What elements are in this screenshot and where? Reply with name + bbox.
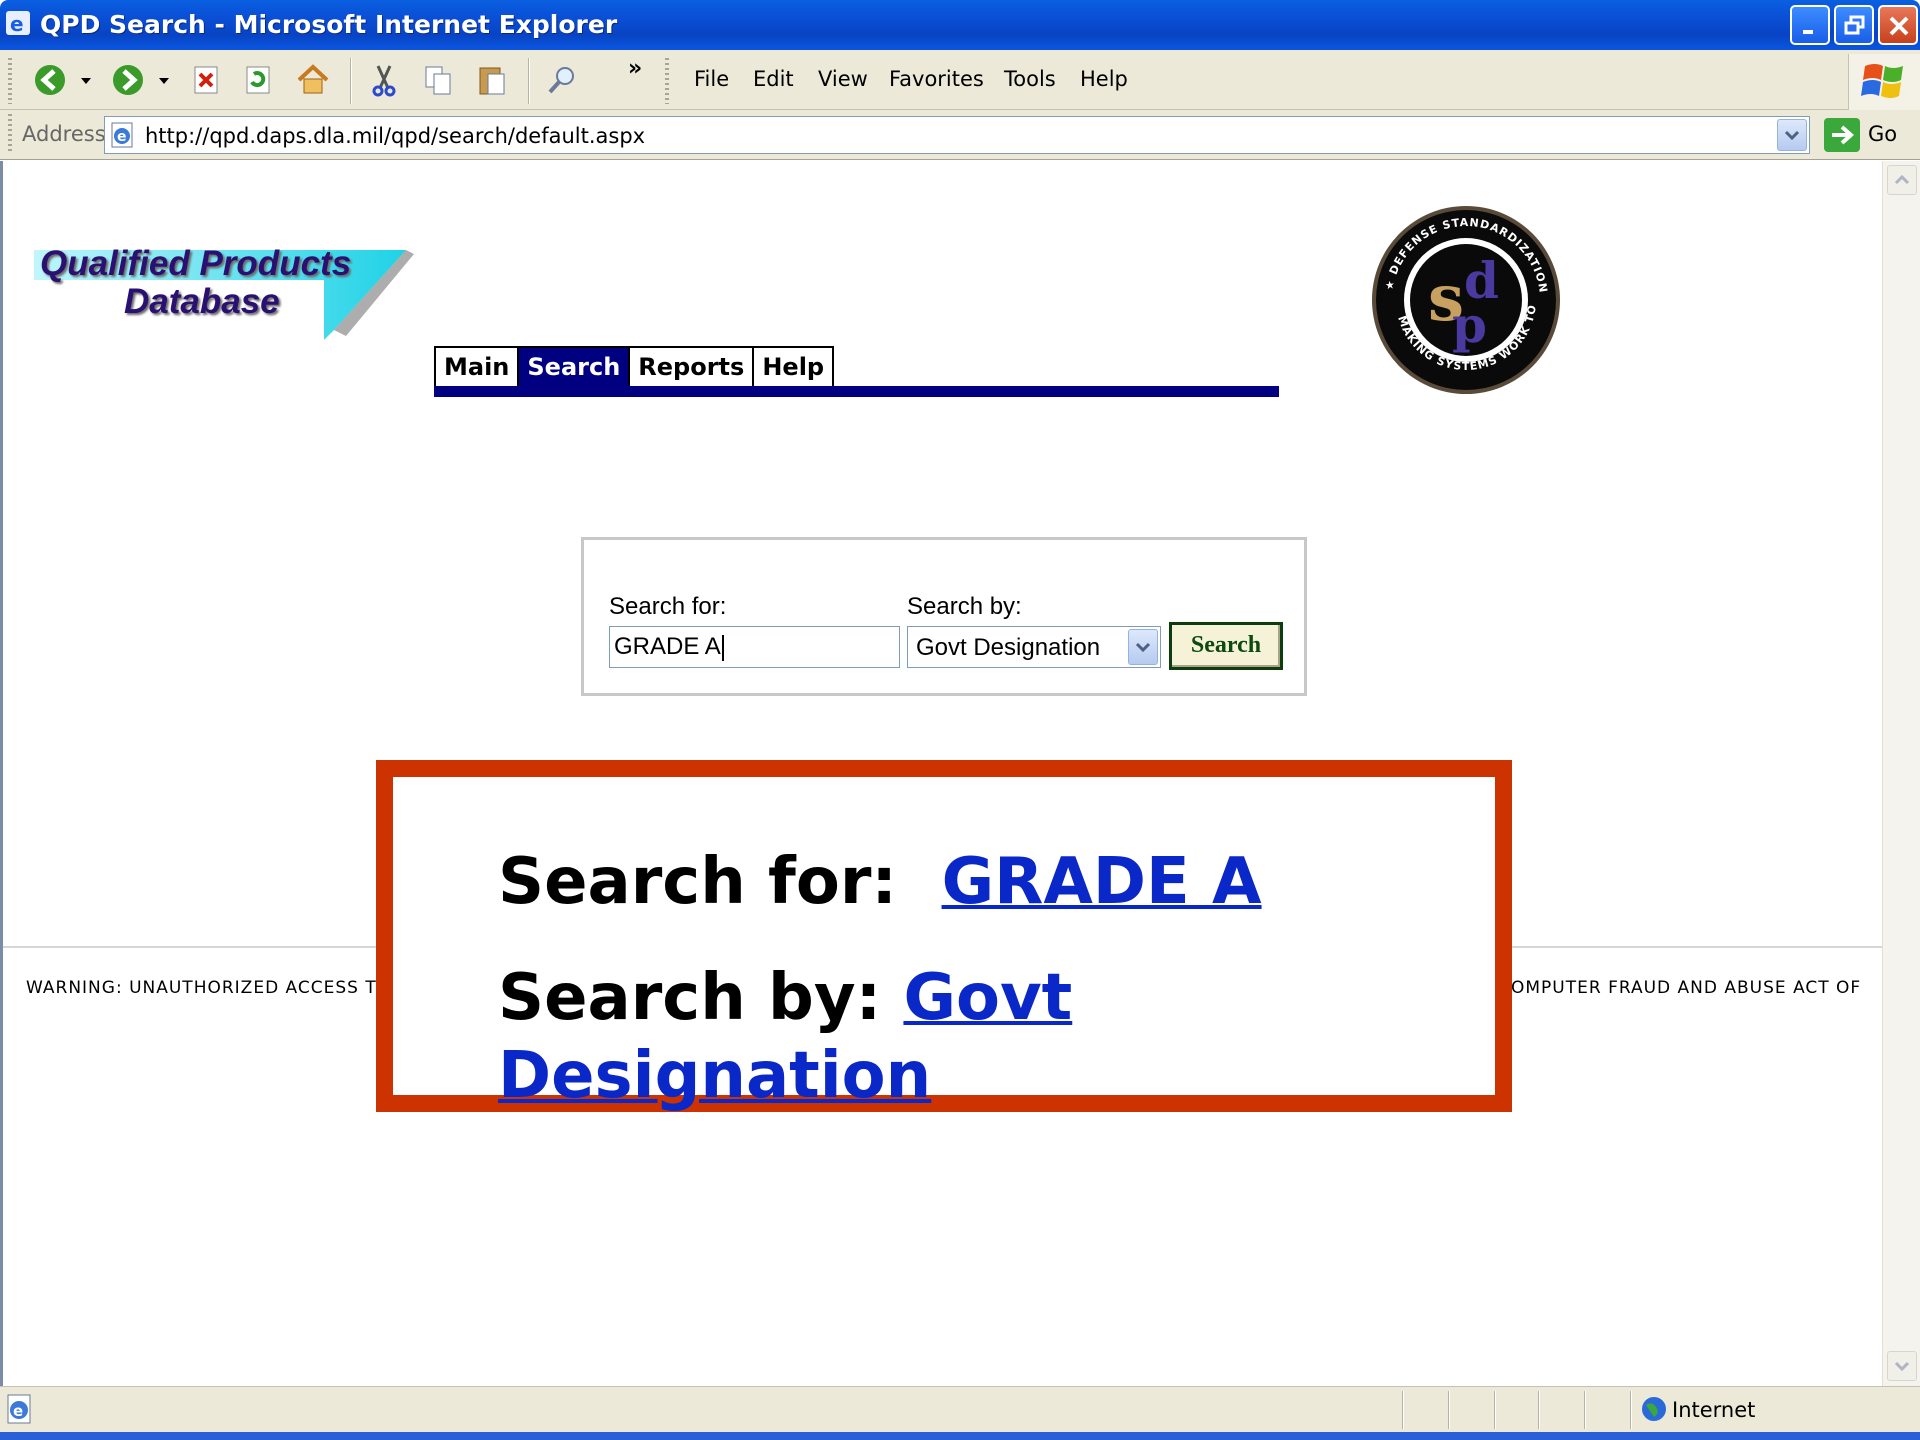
chevron-up-icon [1894, 174, 1910, 185]
restore-icon [1844, 15, 1865, 35]
restore-button[interactable] [1834, 5, 1874, 45]
logo-line2: Database [124, 282, 280, 321]
annotation-callout: Search for: GRADE A Search by: Govt Desi… [376, 760, 1512, 1115]
window-title: QPD Search - Microsoft Internet Explorer [40, 10, 618, 39]
qpd-logo[interactable]: Qualified Products Database [34, 244, 414, 344]
address-dropdown-button[interactable] [1777, 119, 1807, 151]
forward-icon[interactable] [110, 62, 146, 98]
dsp-seal-logo: ★ DEFENSE STANDARDIZATION PROGRAM ★ MAKI… [1364, 192, 1562, 398]
chevron-down-icon [1894, 1361, 1910, 1372]
status-divider [1402, 1391, 1404, 1429]
address-label: Address [22, 122, 106, 146]
search-icon[interactable] [544, 62, 580, 98]
menu-tools[interactable]: Tools [1004, 67, 1056, 91]
search-by-dropdown-button[interactable] [1128, 629, 1158, 665]
text-caret [721, 634, 724, 661]
menu-help[interactable]: Help [1080, 67, 1128, 91]
scroll-up-button[interactable] [1887, 165, 1917, 195]
callout-search-for-label: Search for: [498, 845, 897, 919]
toolbar-overflow-chevron-icon[interactable]: » [628, 56, 642, 81]
search-form: Search for: Search by: GRADE A Govt Desi… [581, 537, 1307, 696]
search-by-label: Search by: [907, 593, 1022, 620]
address-input[interactable]: e http://qpd.daps.dla.mil/qpd/search/def… [104, 116, 1810, 154]
tab-search[interactable]: Search [517, 346, 629, 388]
search-by-select[interactable]: Govt Designation [907, 626, 1161, 668]
globe-icon [1642, 1397, 1666, 1421]
status-divider [1584, 1391, 1586, 1429]
toolbar-separator [350, 58, 352, 104]
svg-text:e: e [13, 1402, 23, 1420]
go-label[interactable]: Go [1868, 122, 1897, 146]
search-for-label: Search for: [609, 593, 727, 620]
status-divider [1448, 1391, 1450, 1429]
search-for-input[interactable]: GRADE A [609, 626, 900, 668]
page-icon: e [111, 122, 133, 148]
nav-underline [434, 386, 1279, 397]
ie-icon: e [6, 11, 30, 36]
search-button[interactable]: Search [1169, 622, 1283, 670]
tab-help[interactable]: Help [752, 346, 835, 388]
cut-icon[interactable] [366, 62, 402, 98]
address-grip[interactable] [8, 114, 12, 154]
search-for-value: GRADE A [614, 633, 721, 660]
main-nav: Main Search Reports Help [434, 346, 835, 388]
callout-search-by-label: Search by: [498, 961, 882, 1035]
callout-search-for-value: GRADE A [941, 845, 1262, 919]
back-dropdown-icon[interactable] [78, 62, 94, 98]
address-bar: Address e http://qpd.daps.dla.mil/qpd/se… [0, 110, 1920, 160]
minimize-button[interactable] [1790, 5, 1830, 45]
chevron-down-icon [1784, 130, 1800, 141]
scroll-down-button[interactable] [1887, 1351, 1917, 1381]
go-arrow-icon [1832, 125, 1855, 145]
toolbar: » File Edit View Favorites Tools Help [0, 50, 1920, 110]
toolbar-grip[interactable] [8, 58, 12, 104]
security-zone-label: Internet [1672, 1398, 1756, 1422]
callout-search-by: Search by: Govt Designation [498, 959, 1298, 1115]
page-status-icon: e [7, 1394, 31, 1424]
tab-main[interactable]: Main [434, 346, 518, 388]
refresh-icon[interactable] [240, 62, 276, 98]
toolbar-separator [528, 58, 530, 104]
svg-text:p: p [1452, 295, 1487, 354]
svg-text:e: e [117, 129, 127, 145]
menu-edit[interactable]: Edit [753, 67, 794, 91]
taskbar-edge [0, 1432, 1920, 1440]
status-divider [1494, 1391, 1496, 1429]
address-url: http://qpd.daps.dla.mil/qpd/search/defau… [145, 124, 646, 148]
close-button[interactable] [1878, 5, 1918, 45]
go-button[interactable] [1824, 118, 1860, 152]
vertical-scrollbar[interactable] [1882, 161, 1920, 1386]
close-icon [1889, 16, 1909, 36]
status-divider [1630, 1391, 1632, 1429]
chevron-down-icon [1135, 642, 1151, 653]
menu-file[interactable]: File [694, 67, 729, 91]
menu-view[interactable]: View [818, 67, 868, 91]
windows-logo-icon [1848, 54, 1920, 110]
stop-icon[interactable] [188, 62, 224, 98]
svg-text:e: e [10, 12, 24, 36]
menu-favorites[interactable]: Favorites [889, 67, 984, 91]
search-by-selected: Govt Designation [916, 634, 1101, 661]
warning-text-left: WARNING: UNAUTHORIZED ACCESS T [26, 978, 377, 998]
minimize-icon [1803, 30, 1813, 34]
status-divider [1538, 1391, 1540, 1429]
tab-reports[interactable]: Reports [628, 346, 753, 388]
paste-icon[interactable] [474, 62, 510, 98]
status-bar: e Internet [0, 1386, 1920, 1432]
callout-search-for: Search for: GRADE A [498, 843, 1262, 921]
logo-line1: Qualified Products [40, 244, 352, 283]
window-titlebar: e QPD Search - Microsoft Internet Explor… [0, 0, 1920, 50]
home-icon[interactable] [295, 62, 331, 98]
copy-icon[interactable] [420, 62, 456, 98]
warning-text-right: OMPUTER FRAUD AND ABUSE ACT OF [1511, 978, 1862, 998]
menu-grip[interactable] [665, 58, 669, 104]
back-icon[interactable] [32, 62, 68, 98]
forward-dropdown-icon[interactable] [156, 62, 172, 98]
